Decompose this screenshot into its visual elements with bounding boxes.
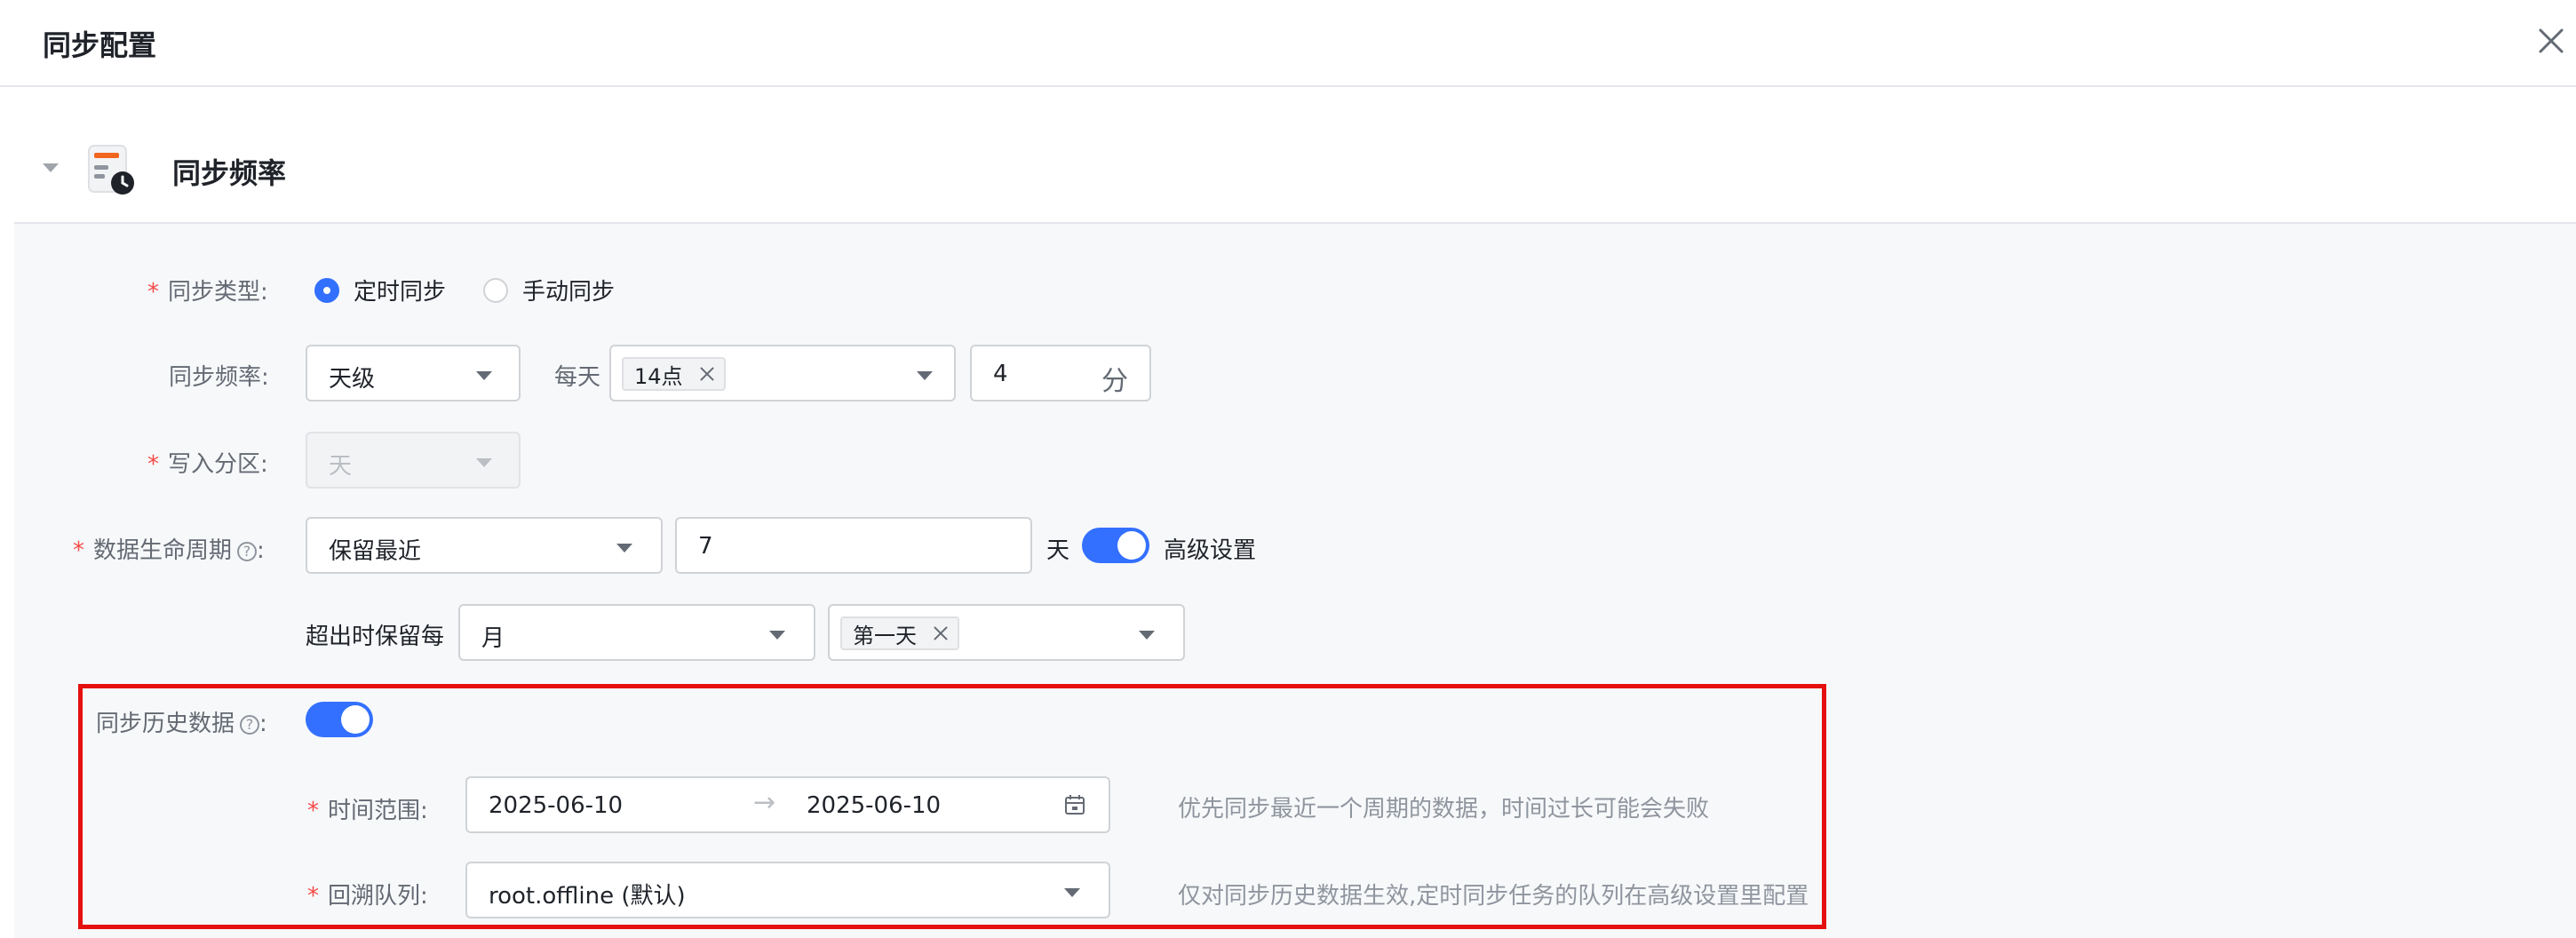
chevron-down-icon <box>1064 888 1080 897</box>
label-colon: : <box>261 364 269 391</box>
caret-down-icon[interactable] <box>43 163 59 172</box>
label-colon: : <box>260 451 268 478</box>
label-colon: : <box>420 798 428 824</box>
retention-label: 超出时保留每 <box>306 624 445 650</box>
minute-input[interactable]: 4 分 <box>970 345 1151 401</box>
label-colon: : <box>257 537 265 564</box>
chevron-down-icon <box>917 371 933 380</box>
minute-unit: 分 <box>1101 366 1128 397</box>
radio-unchecked-icon[interactable] <box>483 277 509 303</box>
label-colon: : <box>259 711 267 737</box>
radio-label: 定时同步 <box>354 279 447 306</box>
sync-history-switch[interactable] <box>306 702 373 737</box>
chevron-down-icon <box>476 458 492 467</box>
schedule-clock-icon <box>83 142 139 197</box>
radio-scheduled-sync[interactable]: 定时同步 <box>314 274 446 306</box>
backfill-queue-value: root.offline (默认) <box>489 883 686 910</box>
label-colon: : <box>260 279 268 306</box>
retention-period-value: 月 <box>481 625 505 652</box>
retention-day-tag: 第一天 <box>840 616 959 650</box>
required-mark: * <box>307 883 319 910</box>
section-title: 同步频率 <box>172 156 287 190</box>
close-icon[interactable] <box>2533 23 2569 59</box>
sync-frequency-label: 同步频率: <box>169 359 269 392</box>
hour-tag-text: 14点 <box>634 363 683 389</box>
write-partition-select-value: 天 <box>329 453 353 480</box>
sync-type-label-text: 同步类型 <box>168 279 261 306</box>
arrow-right-icon: → <box>753 787 776 818</box>
tag-close-icon[interactable] <box>933 625 949 641</box>
lifecycle-days-input[interactable]: 7 <box>675 517 1032 574</box>
each-day-label: 每天 <box>554 364 601 391</box>
section-header: 同步频率 <box>0 89 2576 222</box>
calendar-icon[interactable] <box>1064 794 1085 815</box>
frequency-select-value: 天级 <box>329 366 376 393</box>
required-mark: * <box>73 537 84 564</box>
time-range-hint: 优先同步最近一个周期的数据，时间过长可能会失败 <box>1178 796 1710 823</box>
radio-checked-icon[interactable] <box>314 277 339 303</box>
dialog-header: 同步配置 <box>0 0 2576 87</box>
required-mark: * <box>147 451 159 478</box>
date-range-start[interactable]: 2025-06-10 <box>489 792 623 819</box>
chevron-down-icon <box>476 371 492 380</box>
retention-period-select[interactable]: 月 <box>458 604 815 661</box>
dialog-title: 同步配置 <box>43 28 157 62</box>
hour-multiselect[interactable]: 14点 <box>609 345 956 401</box>
sync-frequency-label-text: 同步频率 <box>169 364 262 391</box>
minute-input-value[interactable]: 4 <box>993 361 1008 387</box>
retention-day-multiselect[interactable]: 第一天 <box>828 604 1185 661</box>
date-range-picker[interactable]: 2025-06-10 → 2025-06-10 <box>465 776 1110 833</box>
advanced-settings-label: 高级设置 <box>1164 537 1257 564</box>
sync-history-label-text: 同步历史数据 <box>96 711 235 737</box>
backfill-queue-select[interactable]: root.offline (默认) <box>465 862 1110 918</box>
question-circle-icon[interactable]: ? <box>237 542 258 561</box>
write-partition-label-text: 写入分区 <box>168 451 261 478</box>
time-range-label: * 时间范围: <box>307 792 428 825</box>
label-colon: : <box>420 883 428 910</box>
lifecycle-select-value: 保留最近 <box>329 538 422 565</box>
data-lifecycle-label: * 数据生命周期?: <box>73 532 265 565</box>
question-circle-icon[interactable]: ? <box>240 715 260 735</box>
chevron-down-icon <box>769 631 785 640</box>
required-mark: * <box>307 798 319 824</box>
sync-type-label: * 同步类型: <box>147 274 268 306</box>
chevron-down-icon <box>1139 631 1155 640</box>
frequency-select[interactable]: 天级 <box>306 345 521 401</box>
write-partition-label: * 写入分区: <box>147 446 268 479</box>
radio-label: 手动同步 <box>522 279 616 306</box>
backfill-queue-label: * 回溯队列: <box>307 878 428 910</box>
advanced-settings-switch[interactable] <box>1082 528 1149 563</box>
time-range-label-text: 时间范围 <box>328 798 421 824</box>
sync-type-radio-group: 定时同步 手动同步 <box>314 274 652 306</box>
data-lifecycle-label-text: 数据生命周期 <box>93 537 233 564</box>
lifecycle-days-unit: 天 <box>1046 537 1070 564</box>
backfill-queue-label-text: 回溯队列 <box>328 883 421 910</box>
required-mark: * <box>147 279 159 306</box>
switch-knob <box>341 705 370 734</box>
lifecycle-days-value[interactable]: 7 <box>698 533 713 560</box>
chevron-down-icon <box>616 544 632 552</box>
write-partition-select: 天 <box>306 432 521 489</box>
radio-manual-sync[interactable]: 手动同步 <box>483 274 615 306</box>
sync-history-label: 同步历史数据?: <box>96 705 267 738</box>
date-range-end[interactable]: 2025-06-10 <box>807 792 941 819</box>
tag-close-icon[interactable] <box>699 366 715 382</box>
switch-knob <box>1117 531 1146 560</box>
retention-day-tag-text: 第一天 <box>853 623 917 648</box>
backfill-queue-hint: 仅对同步历史数据生效,定时同步任务的队列在高级设置里配置 <box>1178 883 1809 910</box>
hour-tag: 14点 <box>622 357 726 391</box>
lifecycle-select[interactable]: 保留最近 <box>306 517 663 574</box>
